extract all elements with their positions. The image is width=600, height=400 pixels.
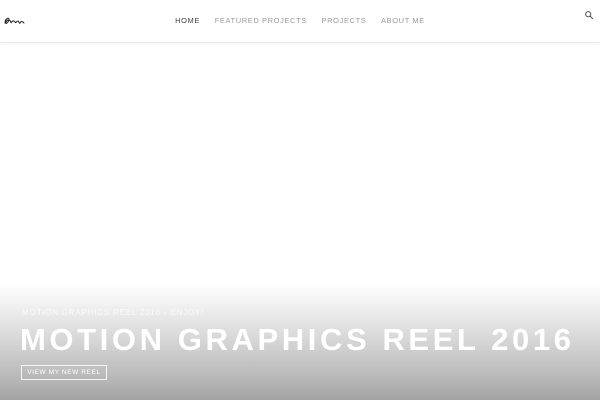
hero-title: MOTION GRAPHICS REEL 2016 (20, 322, 575, 357)
page: HOME FEATURED PROJECTS PROJECTS ABOUT ME… (0, 0, 600, 400)
main-nav: HOME FEATURED PROJECTS PROJECTS ABOUT ME (0, 16, 600, 25)
site-header: HOME FEATURED PROJECTS PROJECTS ABOUT ME (0, 0, 600, 43)
nav-item-home[interactable]: HOME (175, 16, 200, 25)
view-reel-button[interactable]: VIEW MY NEW REEL (21, 365, 107, 380)
nav-item-featured-projects[interactable]: FEATURED PROJECTS (215, 16, 307, 25)
nav-item-about-me[interactable]: ABOUT ME (381, 16, 425, 25)
search-icon[interactable] (584, 10, 594, 20)
nav-item-projects[interactable]: PROJECTS (322, 16, 367, 25)
hero-banner: MOTION GRAPHICS REEL 2016 - ENJOY! MOTIO… (0, 43, 600, 400)
hero-subtitle: MOTION GRAPHICS REEL 2016 - ENJOY! (22, 308, 205, 317)
